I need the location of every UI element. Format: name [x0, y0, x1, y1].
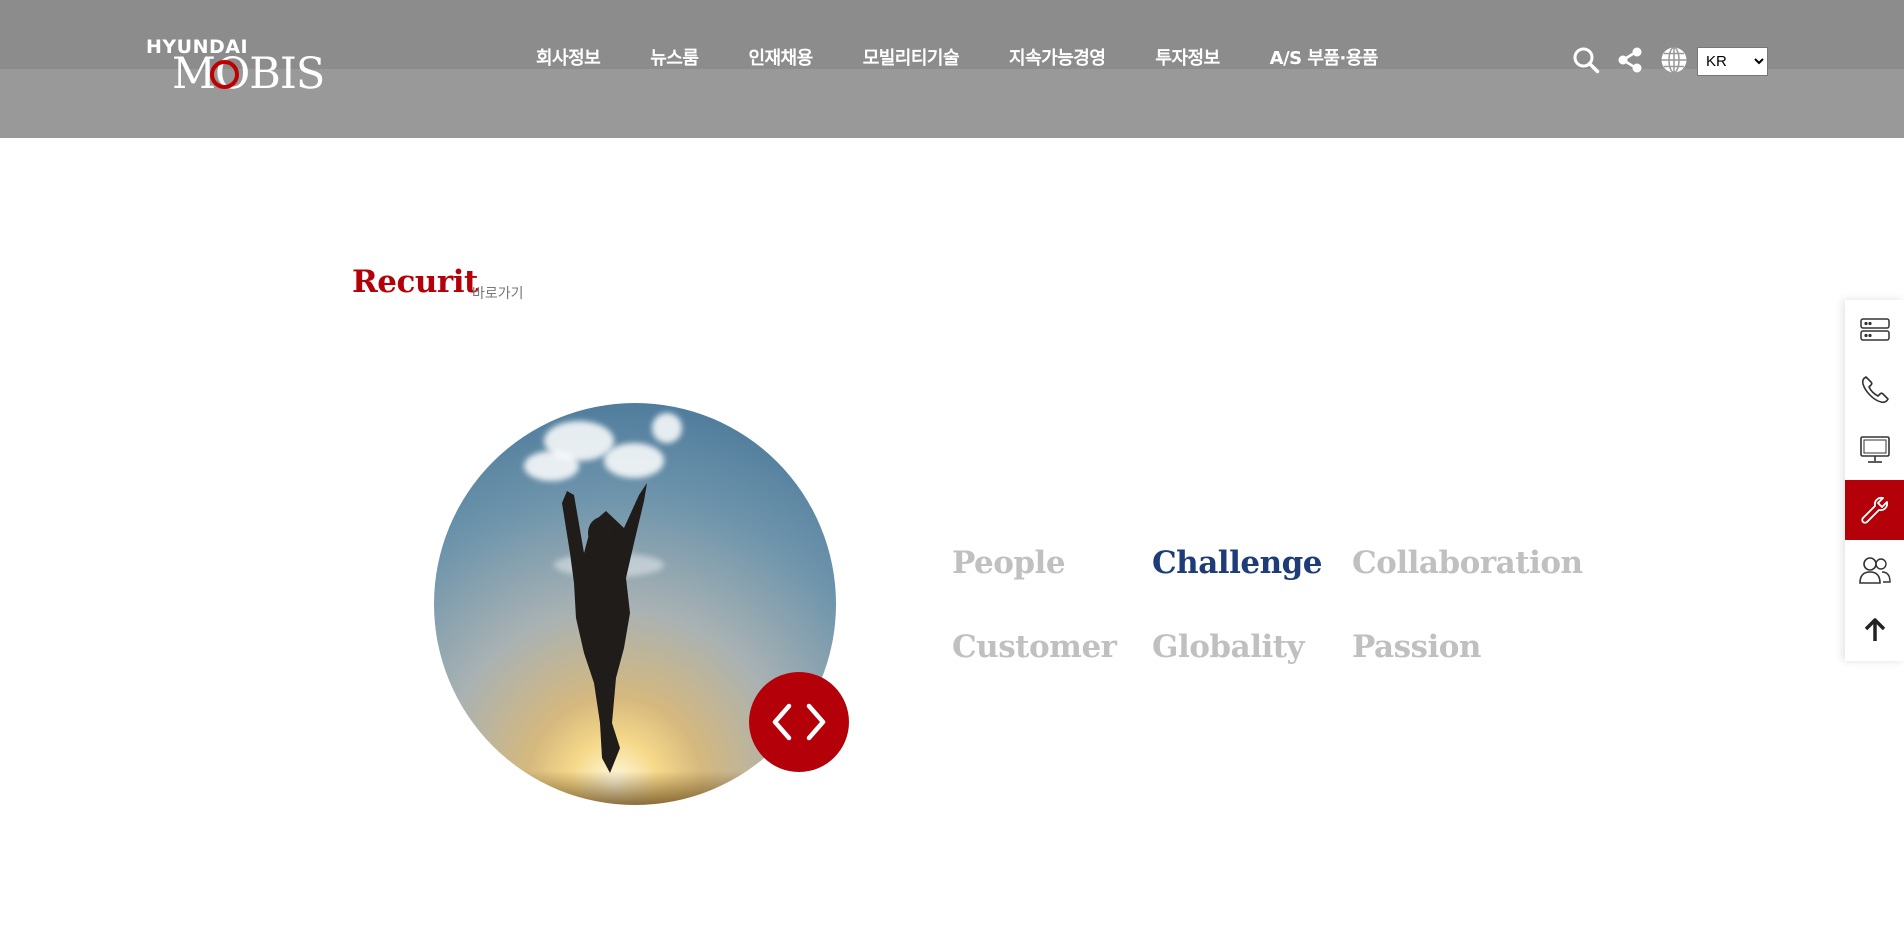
value-collaboration[interactable]: Collaboration [1352, 545, 1583, 581]
nav-item-mobility-tech[interactable]: 모빌리티기술 [863, 44, 960, 70]
nav-item-investors[interactable]: 투자정보 [1155, 44, 1220, 70]
nav-item-careers[interactable]: 인재채용 [748, 44, 813, 70]
grass-horizon [434, 771, 836, 805]
nav-item-sustainability[interactable]: 지속가능경영 [1009, 44, 1106, 70]
site-header: HYUNDAI MOBIS 회사정보 뉴스룸 인재채용 모빌리티기술 지속가능경… [0, 0, 1904, 138]
logo-ring-mark [210, 60, 239, 89]
nav-item-company[interactable]: 회사정보 [536, 44, 601, 70]
value-challenge[interactable]: Challenge [1152, 545, 1323, 581]
quick-item-server[interactable] [1845, 300, 1904, 360]
language-select[interactable]: KR [1697, 47, 1768, 76]
quick-item-monitor[interactable] [1845, 420, 1904, 480]
logo-brand-bottom: MOBIS [172, 49, 325, 99]
value-customer[interactable]: Customer [952, 629, 1117, 665]
server-icon [1859, 318, 1890, 341]
hyundai-mobis-logo[interactable]: HYUNDAI MOBIS [146, 36, 325, 99]
phone-icon [1861, 376, 1889, 404]
section-title: Recurit [352, 264, 478, 300]
quick-item-phone[interactable] [1845, 360, 1904, 420]
carousel-nav-button[interactable] [749, 672, 849, 772]
value-people[interactable]: People [952, 545, 1066, 581]
chevron-right-icon[interactable] [805, 702, 827, 742]
chevron-left-icon[interactable] [771, 702, 793, 742]
nav-item-as-parts[interactable]: A/S 부품·용품 [1270, 44, 1379, 70]
quick-menu-bar [1845, 300, 1904, 661]
monitor-icon [1859, 436, 1890, 463]
arrow-up-icon [1864, 618, 1885, 641]
quick-item-top[interactable] [1845, 600, 1904, 660]
globe-icon[interactable] [1660, 46, 1688, 74]
value-passion[interactable]: Passion [1352, 629, 1481, 665]
nav-item-newsroom[interactable]: 뉴스룸 [650, 44, 699, 70]
quick-item-users[interactable] [1845, 540, 1904, 600]
value-globality[interactable]: Globality [1152, 629, 1305, 665]
quick-item-wrench[interactable] [1845, 480, 1904, 540]
share-icon[interactable] [1616, 46, 1644, 74]
users-icon [1858, 557, 1891, 584]
search-icon[interactable] [1572, 46, 1600, 74]
wrench-icon [1860, 496, 1888, 524]
shortcut-link[interactable]: 바로가기 [472, 283, 524, 303]
main-nav: 회사정보 뉴스룸 인재채용 모빌리티기술 지속가능경영 투자정보 A/S 부품·… [536, 44, 1378, 70]
